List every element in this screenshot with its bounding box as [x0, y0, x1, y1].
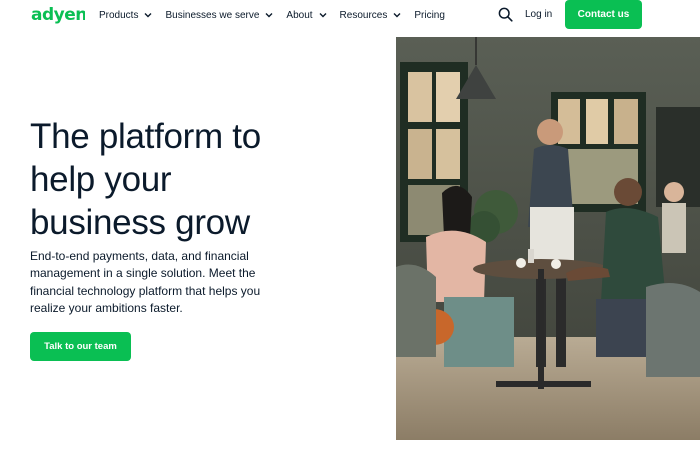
chevron-down-icon [393, 13, 401, 18]
cafe-scene-illustration [396, 37, 700, 440]
nav-item-businesses[interactable]: Businesses we serve [165, 10, 273, 21]
nav-item-resources[interactable]: Resources [340, 10, 402, 21]
site-header: adyen Products Businesses we serve About… [0, 0, 700, 30]
talk-to-team-button[interactable]: Talk to our team [30, 332, 131, 361]
chevron-down-icon [144, 13, 152, 18]
main-nav: Products Businesses we serve About Resou… [99, 0, 458, 30]
search-icon[interactable] [498, 7, 513, 22]
nav-item-label: Resources [339, 9, 388, 21]
svg-text:adyen: adyen [31, 5, 85, 25]
nav-item-label: Pricing [414, 9, 445, 21]
contact-us-button[interactable]: Contact us [565, 0, 642, 29]
hero-photo [396, 37, 700, 440]
hero-description: End-to-end payments, data, and financial… [30, 249, 261, 315]
nav-item-label: Businesses we serve [165, 9, 260, 21]
nav-item-label: Products [99, 9, 139, 21]
hero-title-line: business grow [30, 203, 250, 242]
hero-title-line: help your [30, 160, 172, 199]
nav-item-pricing[interactable]: Pricing [414, 10, 445, 21]
hero-title-line: The platform to [30, 117, 261, 156]
hero-title: The platform to help your business grow [30, 115, 380, 244]
nav-item-about[interactable]: About [286, 9, 327, 21]
nav-item-products[interactable]: Products [99, 10, 152, 21]
chevron-down-icon [319, 13, 327, 18]
adyen-logo[interactable]: adyen [31, 5, 85, 25]
nav-item-label: About [286, 9, 313, 21]
chevron-down-icon [265, 13, 273, 18]
login-link[interactable]: Log in [525, 9, 552, 20]
